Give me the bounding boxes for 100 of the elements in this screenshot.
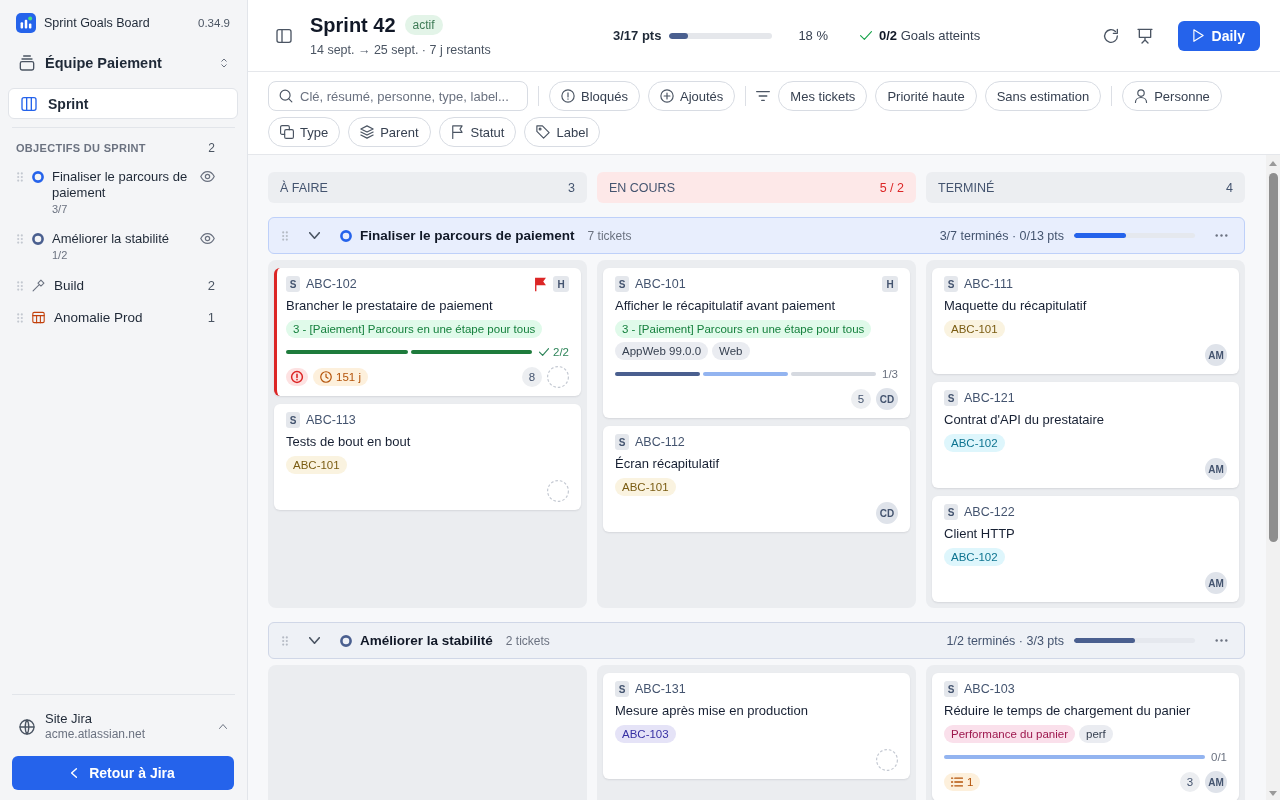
filter-button[interactable]: Mes tickets <box>778 81 868 111</box>
eye-icon[interactable] <box>200 171 215 182</box>
nav-item[interactable]: Sprint <box>8 88 238 119</box>
story-points: 8 <box>522 367 542 387</box>
scroll-up-icon[interactable] <box>1269 161 1277 166</box>
ticket-card[interactable]: S ABC-113 Tests de bout en bout ABC-101 <box>274 404 581 510</box>
filter-button[interactable]: Statut <box>438 117 517 147</box>
ticket-card[interactable]: S ABC-111 Maquette du récapitulatif ABC-101 AM <box>932 268 1239 374</box>
drag-handle-icon[interactable] <box>282 230 288 241</box>
ticket-card[interactable]: S ABC-103 Réduire le temps de chargement du panier Performance du panier perf 0/1 1 3 AM <box>932 673 1239 800</box>
ticket-title: Brancher le prestataire de paiement <box>286 298 494 314</box>
status-badge: actif <box>404 15 443 35</box>
filter-button[interactable]: Personne <box>1122 81 1222 111</box>
ticket-card[interactable]: S ABC-112 Écran récapitulatif ABC-101 CD <box>603 426 910 532</box>
ticket-key: ABC-122 <box>964 505 1015 519</box>
goal-title[interactable]: Finaliser le parcours de paiement <box>52 169 200 201</box>
hammer-icon <box>32 279 45 292</box>
daily-button[interactable]: Daily <box>1177 20 1260 51</box>
ticket-card[interactable]: S ABC-122 Client HTTP ABC-102 AM <box>932 496 1239 602</box>
ticket-card[interactable]: S ABC-102 H Brancher le prestataire de paiement 3 - [Paiement] Parcours en une étape pour tous 2/2 151 j 8 <box>274 268 581 396</box>
empty-avatar-icon <box>876 749 898 771</box>
item-count: 2 <box>207 278 215 294</box>
filter-button[interactable]: Bloqués <box>549 81 640 111</box>
drag-handle-icon[interactable] <box>17 313 23 323</box>
tag: 3 - [Paiement] Parcours en une étape pour tous <box>615 320 872 338</box>
site-selector[interactable]: Site Jira acme.atlassian.net <box>0 711 247 742</box>
blocked-alert-icon <box>286 368 308 386</box>
alert-icon <box>561 89 575 103</box>
copy-icon <box>280 125 294 139</box>
filter-button[interactable]: Priorité haute <box>875 81 977 111</box>
user-icon <box>1134 89 1149 103</box>
search-field[interactable]: Clé, résumé, personne, type, label... <box>268 81 528 111</box>
tag: ABC-102 <box>944 434 1005 452</box>
sidebar-item-label[interactable]: Anomalie Prod <box>54 310 208 326</box>
section-count: 2 <box>208 140 215 156</box>
ticket-card[interactable]: S ABC-101 H Afficher le récapitulatif avant paiement 3 - [Paiement] Parcours en une étape pour tous AppWeb 99.0.0 Web 1/3 5 CD <box>603 268 910 418</box>
eye-icon[interactable] <box>200 233 215 244</box>
sidebar-toggle-icon[interactable] <box>276 27 292 44</box>
scrollbar-thumb[interactable] <box>1268 173 1278 542</box>
empty-avatar-icon <box>547 366 569 388</box>
filter-icon <box>756 89 771 103</box>
list-icon <box>951 776 963 788</box>
tag: ABC-101 <box>286 456 347 474</box>
drag-handle-icon[interactable] <box>17 234 23 244</box>
ticket-title: Mesure après mise en production <box>615 703 809 719</box>
chevron-up-icon <box>219 724 227 729</box>
filter-button[interactable]: Type <box>268 117 341 147</box>
avatar: CD <box>876 388 898 410</box>
flag-icon <box>450 125 465 139</box>
check-icon <box>860 31 873 40</box>
drag-handle-icon[interactable] <box>282 635 288 646</box>
type-badge: S <box>944 276 958 292</box>
more-icon[interactable] <box>1215 234 1228 237</box>
progress-reading: 0/1 <box>1211 751 1227 763</box>
refresh-icon[interactable] <box>1102 27 1119 44</box>
section-title: OBJECTIFS DU SPRINT <box>16 141 146 156</box>
stack-icon <box>19 55 35 71</box>
tag: ABC-101 <box>944 320 1005 338</box>
sidebar-item-label[interactable]: Build <box>54 278 208 294</box>
chevron-down-icon[interactable] <box>309 637 320 644</box>
ticket-title: Tests de bout en bout <box>286 434 412 450</box>
presentation-icon[interactable] <box>1136 27 1153 44</box>
filter-button[interactable]: Label <box>524 117 601 147</box>
column-title: EN COURS <box>609 180 675 195</box>
progress-reading: 1/3 <box>882 368 898 380</box>
filter-button[interactable]: Parent <box>348 117 431 147</box>
scrollbar[interactable] <box>1266 155 1280 800</box>
goal-title[interactable]: Améliorer la stabilité <box>52 231 200 247</box>
back-button[interactable]: Retour à Jira <box>12 756 234 790</box>
drag-handle-icon[interactable] <box>17 281 23 291</box>
filter-button[interactable]: Ajoutés <box>648 81 736 111</box>
swimlane-title: Finaliser le parcours de paiement <box>360 228 575 243</box>
ticket-key: ABC-121 <box>964 391 1015 405</box>
table-icon <box>32 311 45 324</box>
drag-handle-icon[interactable] <box>17 172 23 182</box>
chevron-left-icon <box>71 768 78 778</box>
ticket-card[interactable]: S ABC-121 Contrat d'API du prestataire ABC-102 AM <box>932 382 1239 488</box>
more-icon[interactable] <box>1215 639 1228 642</box>
tag: perf <box>1079 725 1113 743</box>
ticket-key: ABC-103 <box>964 682 1015 696</box>
team-selector[interactable]: Équipe Paiement <box>0 47 247 79</box>
type-badge: S <box>944 681 958 697</box>
globe-icon <box>19 718 35 735</box>
column-count: 5 / 2 <box>879 180 904 195</box>
points-label: 3/17 pts <box>612 28 662 43</box>
avatar: AM <box>1205 344 1227 366</box>
ticket-card[interactable]: S ABC-131 Mesure après mise en production ABC-103 <box>603 673 910 779</box>
filter-button[interactable]: Sans estimation <box>984 81 1102 111</box>
ticket-key: ABC-113 <box>306 413 356 427</box>
type-badge: S <box>944 504 958 520</box>
search-icon <box>279 89 293 103</box>
age-label: 151 j <box>336 371 361 383</box>
scroll-down-icon[interactable] <box>1269 791 1277 796</box>
goal-ticket-count: 3/7 <box>52 202 69 217</box>
avatar: AM <box>1205 572 1227 594</box>
ticket-count: 7 tickets <box>587 228 632 243</box>
column-count: 3 <box>568 180 575 195</box>
chevron-down-icon[interactable] <box>309 232 320 239</box>
subtask-count: 1 <box>967 776 974 788</box>
ticket-key: ABC-102 <box>306 277 357 291</box>
